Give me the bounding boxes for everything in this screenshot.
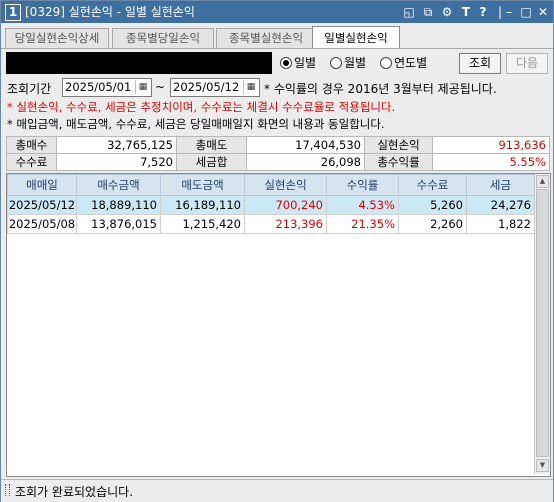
help-icon[interactable]: ?	[475, 4, 491, 20]
amount-consistency-note: * 매입금액, 매도금액, 수수료, 세금은 당일매매일지 화면의 내용과 동일…	[7, 117, 385, 131]
cell-yield: 4.53%	[326, 195, 399, 215]
cell-realized-profit: 213,396	[244, 214, 327, 234]
daily-profit-table: 매매일 매수금액 매도금액 실현손익 수익률 수수료 세금 2025/05/12…	[7, 174, 535, 234]
status-grip-icon	[5, 484, 10, 496]
scroll-up-icon[interactable]: ▲	[536, 175, 549, 188]
summary-row: 총매수 32,765,125 총매도 17,404,530 실현손익 913,6…	[6, 136, 550, 154]
total-sell-value: 17,404,530	[246, 136, 365, 154]
calendar-icon[interactable]: ▦	[243, 80, 258, 94]
fee-value: 7,520	[56, 153, 177, 171]
minimize-icon[interactable]: –	[501, 4, 517, 20]
radio-yearly[interactable]: 연도별	[380, 56, 427, 70]
radio-yearly-dot	[380, 57, 392, 69]
next-button[interactable]: 다음	[506, 53, 548, 74]
total-yield-value: 5.55%	[432, 153, 550, 171]
col-header-fee[interactable]: 수수료	[398, 174, 467, 196]
total-yield-label: 총수익률	[364, 153, 433, 171]
tax-total-value: 26,098	[246, 153, 365, 171]
maximize-icon[interactable]: □	[518, 4, 534, 20]
daily-profit-grid[interactable]: 매매일 매수금액 매도금액 실현손익 수익률 수수료 세금 2025/05/12…	[6, 173, 551, 477]
radio-daily[interactable]: 일별	[280, 56, 316, 70]
fee-label: 수수료	[6, 153, 57, 171]
yield-availability-note: * 수익률의 경우 2016년 3월부터 제공됩니다.	[264, 82, 497, 96]
end-date-input[interactable]: 2025/05/12 ▦	[170, 78, 260, 97]
col-header-tax[interactable]: 세금	[466, 174, 535, 196]
radio-monthly[interactable]: 월별	[330, 56, 366, 70]
cell-sell-amount: 16,189,110	[160, 195, 245, 215]
realized-profit-label: 실현손익	[364, 136, 433, 154]
status-bar: 조회가 완료되었습니다.	[1, 479, 553, 502]
cell-realized-profit: 700,240	[244, 195, 327, 215]
grid-header-row: 매매일 매수금액 매도금액 실현손익 수익률 수수료 세금	[7, 174, 535, 196]
realized-profit-value: 913,636	[432, 136, 550, 154]
col-header-sell-amount[interactable]: 매도금액	[160, 174, 245, 196]
cell-trade-date: 2025/05/08	[7, 214, 77, 234]
tab-daily-realized-detail[interactable]: 당일실현손익상세	[5, 28, 109, 48]
title-bar: 1 [0329] 실현손익 - 일별 실현손익 ◱ ⧉ ⚙ T ? | – □ …	[1, 1, 553, 23]
tab-stock-daily-profit[interactable]: 종목별당일손익	[112, 28, 214, 48]
col-header-yield[interactable]: 수익률	[326, 174, 399, 196]
search-button[interactable]: 조회	[459, 53, 501, 74]
scroll-down-icon[interactable]: ▼	[536, 459, 549, 472]
scroll-thumb[interactable]	[536, 189, 549, 457]
table-row[interactable]: 2025/05/12 18,889,110 16,189,110 700,240…	[7, 195, 535, 215]
cell-buy-amount: 13,876,015	[76, 214, 161, 234]
col-header-buy-amount[interactable]: 매수금액	[76, 174, 161, 196]
table-row[interactable]: 2025/05/08 13,876,015 1,215,420 213,396 …	[7, 214, 535, 234]
tab-daily-realized-profit[interactable]: 일별실현손익	[312, 26, 400, 49]
total-buy-value: 32,765,125	[56, 136, 177, 154]
calendar-icon[interactable]: ▦	[135, 80, 150, 94]
close-icon[interactable]: ✕	[535, 4, 551, 20]
radio-daily-dot	[280, 57, 292, 69]
status-message: 조회가 완료되었습니다.	[15, 485, 134, 499]
cell-sell-amount: 1,215,420	[160, 214, 245, 234]
copy-window-icon[interactable]: ⧉	[420, 4, 436, 20]
estimate-warning-note: * 실현손익, 수수료, 세금은 추정치이며, 수수료는 체결시 수수료율로 적…	[7, 100, 396, 114]
tax-total-label: 세금합	[176, 153, 247, 171]
link-icon[interactable]: ◱	[401, 4, 417, 20]
radio-monthly-dot	[330, 57, 342, 69]
start-date-input[interactable]: 2025/05/01 ▦	[62, 78, 152, 97]
cell-trade-date: 2025/05/12	[7, 195, 77, 215]
col-header-realized-profit[interactable]: 실현손익	[244, 174, 327, 196]
main-window: 1 [0329] 실현손익 - 일별 실현손익 ◱ ⧉ ⚙ T ? | – □ …	[0, 0, 554, 502]
summary-table: 총매수 32,765,125 총매도 17,404,530 실현손익 913,6…	[6, 136, 550, 171]
window-title: [0329] 실현손익 - 일별 실현손익	[25, 5, 195, 19]
font-size-icon[interactable]: T	[458, 4, 474, 20]
period-label: 조회기간	[7, 82, 52, 96]
summary-row: 수수료 7,520 세금합 26,098 총수익률 5.55%	[6, 153, 550, 171]
cell-tax: 1,822	[466, 214, 535, 234]
cell-tax: 24,276	[466, 195, 535, 215]
vertical-scrollbar[interactable]: ▲ ▼	[534, 174, 550, 474]
tab-stock-realized-profit[interactable]: 종목별실현손익	[216, 28, 316, 48]
cell-fee: 5,260	[398, 195, 467, 215]
account-field-redacted[interactable]	[6, 52, 272, 74]
window-number-badge: 1	[5, 4, 21, 21]
cell-fee: 2,260	[398, 214, 467, 234]
cell-yield: 21.35%	[326, 214, 399, 234]
col-header-trade-date[interactable]: 매매일	[7, 174, 77, 196]
total-sell-label: 총매도	[176, 136, 247, 154]
period-separator: ~	[155, 80, 166, 94]
tab-divider	[1, 48, 553, 49]
total-buy-label: 총매수	[6, 136, 57, 154]
cell-buy-amount: 18,889,110	[76, 195, 161, 215]
settings-icon[interactable]: ⚙	[439, 4, 455, 20]
